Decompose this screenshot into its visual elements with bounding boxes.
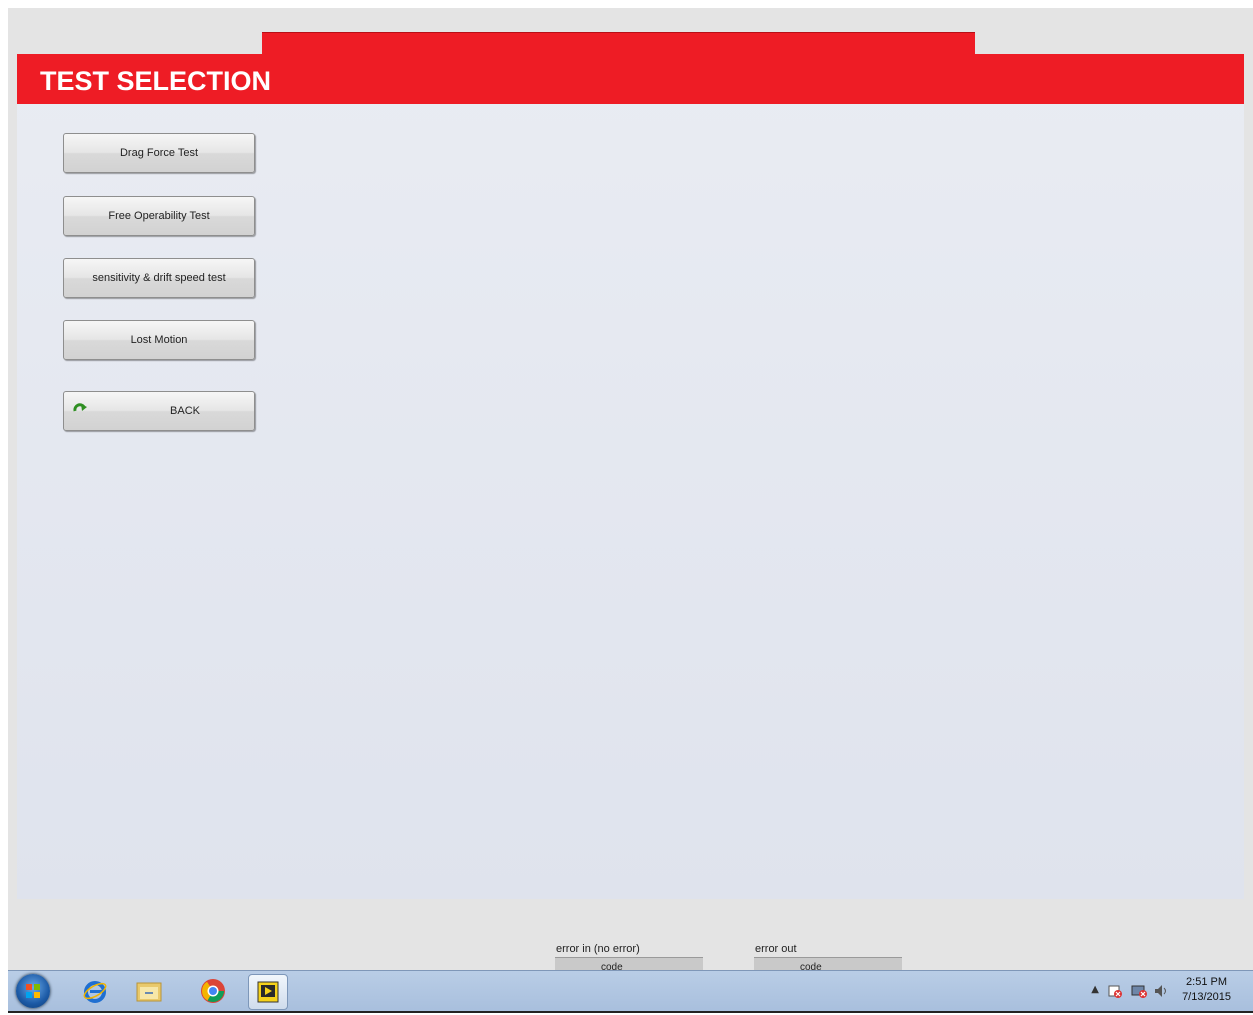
button-label: Lost Motion (130, 334, 188, 346)
start-button[interactable] (16, 974, 50, 1008)
main-panel: TEST SELECTION Drag Force Test Free Oper… (17, 54, 1244, 899)
lost-motion-button[interactable]: Lost Motion (63, 320, 255, 360)
file-explorer-icon[interactable] (130, 974, 168, 1008)
clock-time: 2:51 PM (1186, 976, 1228, 988)
taskbar: ▲ 2:51 PM 7/13/2015 (8, 970, 1253, 1012)
free-operability-test-button[interactable]: Free Operability Test (63, 196, 255, 236)
back-button[interactable]: BACK (63, 391, 255, 431)
page-title: TEST SELECTION (40, 66, 272, 96)
error-in-code-label: code (601, 962, 623, 970)
sensitivity-drift-speed-test-button[interactable]: sensitivity & drift speed test (63, 258, 255, 298)
chrome-icon[interactable] (194, 974, 232, 1008)
error-out-label: error out (755, 943, 797, 955)
internet-explorer-icon[interactable] (76, 974, 114, 1008)
windows-logo-icon (26, 984, 40, 998)
bottom-border (8, 1011, 1253, 1013)
error-in-label: error in (no error) (556, 943, 640, 955)
button-label: BACK (170, 405, 200, 417)
drag-force-test-button[interactable]: Drag Force Test (63, 133, 255, 173)
button-label: Drag Force Test (119, 147, 199, 159)
labview-icon[interactable] (248, 974, 288, 1010)
show-hidden-icons-icon[interactable]: ▲ (1091, 984, 1099, 995)
clock[interactable]: 2:51 PM 7/13/2015 (1182, 975, 1231, 1005)
network-icon[interactable] (1131, 983, 1147, 999)
button-label: sensitivity & drift speed test (92, 272, 226, 284)
green-arrow-icon (73, 403, 87, 412)
top-tab-bar (262, 32, 975, 55)
clock-date: 7/13/2015 (1182, 991, 1231, 1003)
header-bar: TEST SELECTION (17, 54, 1244, 104)
error-in-cluster: code (555, 957, 703, 970)
action-center-icon[interactable] (1107, 983, 1123, 999)
error-out-code-label: code (800, 962, 822, 970)
button-label: Free Operability Test (108, 210, 210, 222)
volume-icon[interactable] (1153, 983, 1169, 999)
error-out-cluster: code (754, 957, 902, 970)
